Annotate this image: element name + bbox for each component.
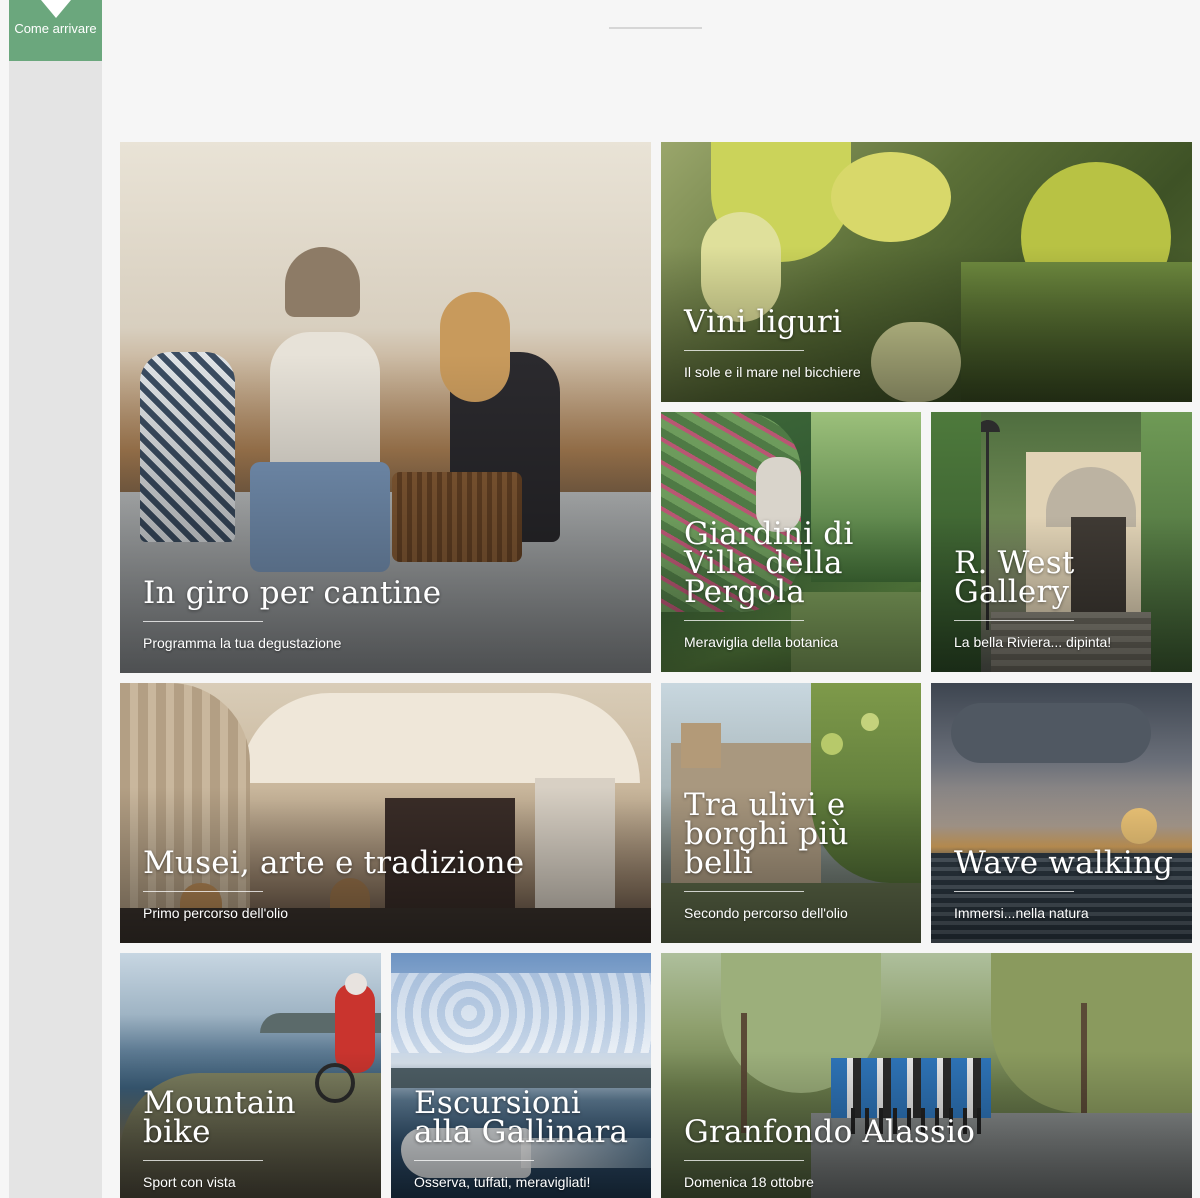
tile-title: Musei, arte e tradizione: [143, 845, 525, 881]
tile-wave-walking[interactable]: Wave walking Immersi...nella natura: [931, 683, 1192, 943]
tile-title: Escursioni alla Gallinara: [414, 1085, 629, 1150]
tile-subtitle: La bella Riviera... dipinta!: [954, 634, 1112, 650]
tile-vini-liguri[interactable]: Vini liguri Il sole e il mare nel bicchi…: [661, 142, 1192, 402]
tile-in-giro-per-cantine[interactable]: In giro per cantine Programma la tua deg…: [120, 142, 651, 673]
tile-granfondo-alassio[interactable]: Granfondo Alassio Domenica 18 ottobre: [661, 953, 1192, 1198]
tile-title: Mountain bike: [143, 1085, 296, 1150]
tile-title: Vini liguri: [684, 304, 843, 340]
tile-subtitle: Meraviglia della botanica: [684, 634, 839, 650]
tile-title: Wave walking: [954, 845, 1174, 881]
tile-subtitle: Primo percorso dell'olio: [143, 905, 289, 921]
tile-giardini-villa-della-pergola[interactable]: Giardini di Villa della Pergola Meravigl…: [661, 412, 921, 672]
tile-subtitle: Sport con vista: [143, 1174, 236, 1190]
come-arrivare-label: Come arrivare: [14, 21, 97, 36]
tile-title: Giardini di Villa della Pergola: [684, 516, 854, 610]
tile-subtitle: Domenica 18 ottobre: [684, 1174, 814, 1190]
tile-musei-arte-tradizione[interactable]: Musei, arte e tradizione Primo percorso …: [120, 683, 651, 943]
chevron-down-icon: [40, 0, 71, 18]
tile-title: Tra ulivi e borghi più belli: [684, 787, 849, 881]
tile-subtitle: Immersi...nella natura: [954, 905, 1089, 921]
tile-subtitle: Osserva, tuffati, meravigliati!: [414, 1174, 591, 1190]
tile-r-west-gallery[interactable]: R. West Gallery La bella Riviera... dipi…: [931, 412, 1192, 672]
tile-title: R. West Gallery: [954, 545, 1075, 610]
come-arrivare-button[interactable]: Come arrivare: [9, 0, 102, 61]
sidebar: [9, 0, 102, 1198]
tile-mountain-bike[interactable]: Mountain bike Sport con vista: [120, 953, 381, 1198]
tile-title: Granfondo Alassio: [684, 1114, 976, 1150]
tile-subtitle: Secondo percorso dell'olio: [684, 905, 848, 921]
tile-escursioni-gallinara[interactable]: Escursioni alla Gallinara Osserva, tuffa…: [391, 953, 651, 1198]
tile-subtitle: Il sole e il mare nel bicchiere: [684, 364, 861, 380]
tile-subtitle: Programma la tua degustazione: [143, 635, 342, 651]
section-divider: [609, 27, 702, 29]
tile-title: In giro per cantine: [143, 575, 442, 611]
tile-tra-ulivi-e-borghi[interactable]: Tra ulivi e borghi più belli Secondo per…: [661, 683, 921, 943]
